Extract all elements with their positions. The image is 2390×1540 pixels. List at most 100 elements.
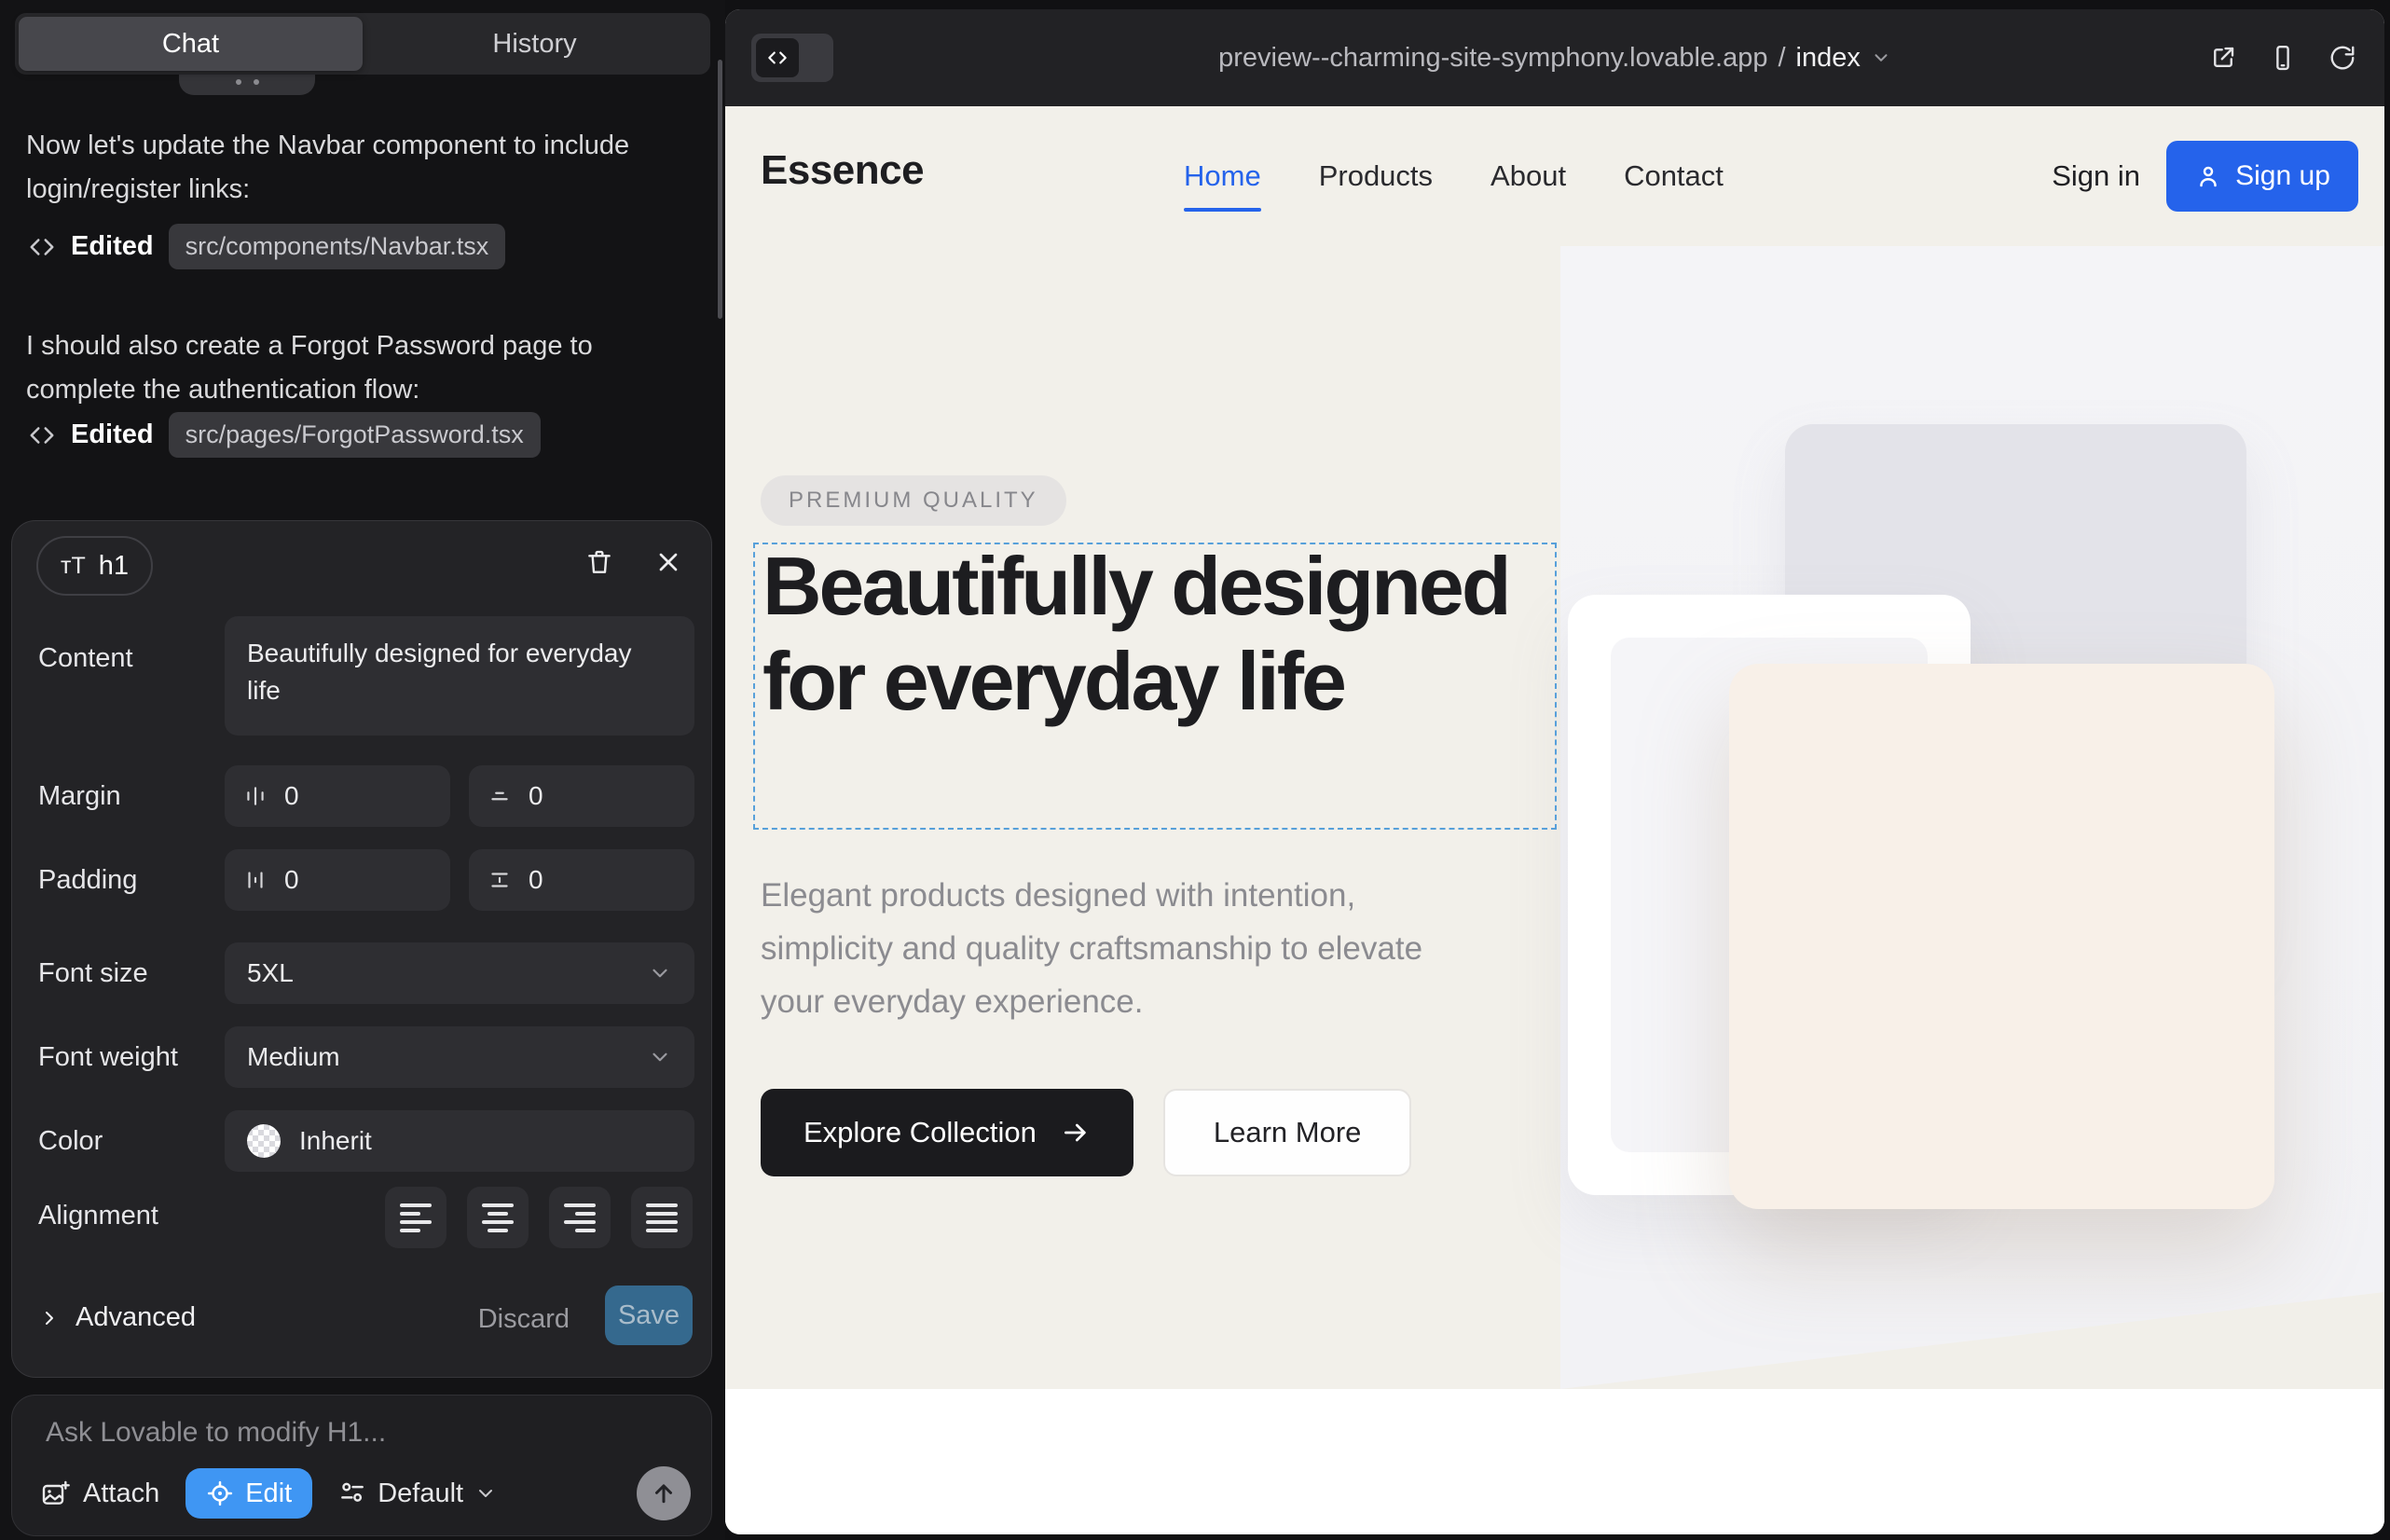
font-size-select[interactable]: 5XL xyxy=(225,942,694,1004)
edited-label: Edited xyxy=(71,419,154,450)
hero-paragraph: Elegant products designed with intention… xyxy=(761,869,1478,1028)
alignment-label: Alignment xyxy=(38,1201,158,1231)
advanced-toggle[interactable]: Advanced xyxy=(38,1302,196,1333)
discard-button[interactable]: Discard xyxy=(478,1304,570,1335)
hero-heading[interactable]: Beautifully designed for everyday life xyxy=(762,539,1527,729)
advanced-label: Advanced xyxy=(76,1302,196,1333)
mode-selector[interactable]: Default xyxy=(338,1478,497,1509)
margin-y-field[interactable] xyxy=(469,765,694,827)
margin-x-field[interactable] xyxy=(225,765,450,827)
site-nav: Home Products About Contact xyxy=(1184,106,1724,246)
arrow-up-icon xyxy=(650,1479,678,1507)
edited-file-row[interactable]: Edited src/pages/ForgotPassword.tsx xyxy=(28,412,541,458)
padding-y-input[interactable] xyxy=(527,864,661,896)
align-left-button[interactable] xyxy=(385,1187,446,1248)
composer-input[interactable] xyxy=(44,1416,644,1450)
delete-element-button[interactable] xyxy=(584,547,614,577)
font-weight-label: Font weight xyxy=(38,1042,178,1073)
site-logo[interactable]: Essence xyxy=(761,147,924,194)
tab-chat[interactable]: Chat xyxy=(19,17,363,71)
sidebar-scrollbar[interactable] xyxy=(718,60,722,319)
chevron-down-icon xyxy=(1871,48,1891,68)
padding-x-input[interactable] xyxy=(282,864,417,896)
preview-toolbar: preview--charming-site-symphony.lovable.… xyxy=(725,9,2384,106)
url-page: index xyxy=(1796,43,1861,74)
margin-y-input[interactable] xyxy=(527,780,661,812)
hero-badge: PREMIUM QUALITY xyxy=(761,475,1066,526)
sidebar-tabbar: Chat History xyxy=(15,13,710,75)
file-path-badge[interactable]: src/components/Navbar.tsx xyxy=(169,224,506,269)
align-justify-icon xyxy=(646,1203,678,1232)
sign-in-link[interactable]: Sign in xyxy=(2052,106,2140,246)
align-center-icon xyxy=(482,1203,514,1232)
attach-button[interactable]: Attach xyxy=(40,1478,159,1509)
lovable-app: Chat History Now let's update the Navbar… xyxy=(0,0,2390,1540)
save-button[interactable]: Save xyxy=(605,1286,693,1345)
padding-x-field[interactable] xyxy=(225,849,450,911)
mobile-view-icon[interactable] xyxy=(2269,44,2297,72)
font-weight-value: Medium xyxy=(247,1042,340,1072)
margin-x-input[interactable] xyxy=(282,780,417,812)
selected-element-chip[interactable]: тT h1 xyxy=(36,536,153,596)
margin-vertical-icon xyxy=(488,784,512,808)
padding-label: Padding xyxy=(38,865,137,896)
explore-collection-button[interactable]: Explore Collection xyxy=(761,1089,1133,1176)
nav-home[interactable]: Home xyxy=(1184,159,1261,193)
chevron-down-icon xyxy=(648,961,672,985)
font-size-value: 5XL xyxy=(247,958,294,988)
content-label: Content xyxy=(38,643,133,674)
align-justify-button[interactable] xyxy=(631,1187,693,1248)
alignment-buttons xyxy=(385,1187,693,1248)
assistant-message: Now let's update the Navbar component to… xyxy=(26,124,645,212)
sign-up-button[interactable]: Sign up xyxy=(2166,141,2358,212)
content-input[interactable]: Beautifully designed for everyday life xyxy=(225,616,694,736)
color-select[interactable]: Inherit xyxy=(225,1110,694,1172)
learn-more-button[interactable]: Learn More xyxy=(1163,1089,1412,1176)
url-separator: / xyxy=(1778,43,1785,74)
target-icon xyxy=(206,1479,234,1507)
decorative-wedge xyxy=(1560,1292,2384,1389)
font-weight-select[interactable]: Medium xyxy=(225,1026,694,1088)
element-tag: h1 xyxy=(99,551,129,582)
url-bar[interactable]: preview--charming-site-symphony.lovable.… xyxy=(912,9,2198,106)
mode-label: Default xyxy=(378,1478,463,1509)
nav-contact[interactable]: Contact xyxy=(1624,159,1724,193)
send-button[interactable] xyxy=(637,1466,691,1520)
color-label: Color xyxy=(38,1126,103,1157)
decorative-card-cream xyxy=(1729,664,2274,1209)
open-external-icon[interactable] xyxy=(2209,44,2237,72)
hero-visual-panel xyxy=(1560,246,2384,1389)
chevron-down-icon xyxy=(474,1482,497,1505)
nav-about[interactable]: About xyxy=(1490,159,1566,193)
nav-products[interactable]: Products xyxy=(1319,159,1433,193)
margin-label: Margin xyxy=(38,781,121,812)
assistant-message: I should also create a Forgot Password p… xyxy=(26,324,645,412)
sign-up-label: Sign up xyxy=(2235,160,2330,192)
code-icon xyxy=(28,421,56,449)
url-domain: preview--charming-site-symphony.lovable.… xyxy=(1218,43,1767,74)
chat-sidebar: Chat History Now let's update the Navbar… xyxy=(0,0,725,1540)
sliders-icon xyxy=(338,1479,366,1507)
file-path-badge[interactable]: src/pages/ForgotPassword.tsx xyxy=(169,412,541,458)
next-section xyxy=(725,1389,2384,1534)
code-icon[interactable] xyxy=(756,38,799,77)
color-swatch xyxy=(247,1124,281,1158)
align-center-button[interactable] xyxy=(467,1187,529,1248)
close-icon[interactable] xyxy=(653,547,683,577)
rendered-site: Essence Home Products About Contact Sign… xyxy=(725,106,2384,1534)
preview-actions xyxy=(2209,9,2356,106)
refresh-icon[interactable] xyxy=(2328,44,2356,72)
code-preview-toggle[interactable] xyxy=(751,34,833,82)
padding-horizontal-icon xyxy=(243,868,268,892)
attach-label: Attach xyxy=(83,1478,159,1509)
padding-vertical-icon xyxy=(488,868,512,892)
tab-history[interactable]: History xyxy=(363,17,707,71)
user-icon xyxy=(2194,162,2222,190)
edit-mode-button[interactable]: Edit xyxy=(185,1468,312,1519)
align-right-button[interactable] xyxy=(549,1187,611,1248)
element-selection-outline[interactable]: Beautifully designed for everyday life xyxy=(753,543,1557,830)
font-size-label: Font size xyxy=(38,958,148,989)
padding-y-field[interactable] xyxy=(469,849,694,911)
edited-file-row[interactable]: Edited src/components/Navbar.tsx xyxy=(28,224,505,269)
explore-collection-label: Explore Collection xyxy=(804,1116,1037,1149)
